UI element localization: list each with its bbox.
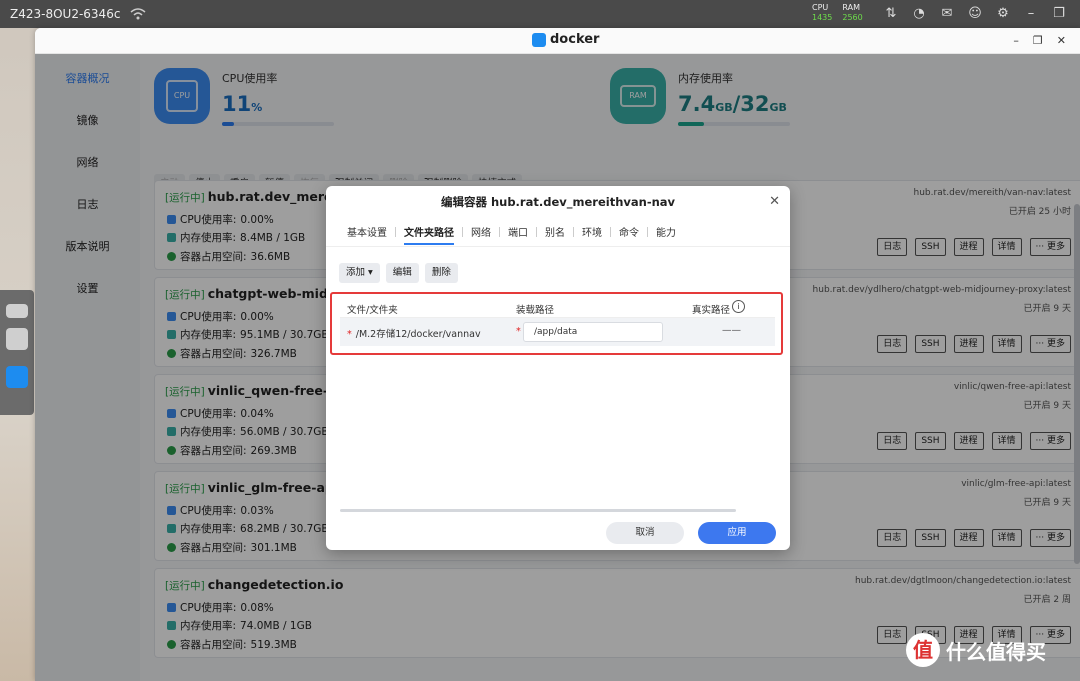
tab-basic-settings[interactable]: 基本设置	[339, 224, 395, 239]
app-dock	[0, 290, 34, 415]
edit-button[interactable]: 编辑	[385, 263, 419, 283]
apply-button[interactable]: 应用	[698, 522, 776, 544]
remove-button[interactable]: 删除	[424, 263, 458, 283]
watermark: 值 什么值得买	[906, 633, 1046, 667]
close-icon[interactable]: ✕	[769, 194, 780, 209]
watermark-text: 什么值得买	[946, 639, 1046, 664]
tab-alias[interactable]: 别名	[537, 224, 573, 239]
cpu-label: CPU	[812, 3, 829, 12]
user-icon[interactable]: ☺	[966, 5, 984, 23]
table-horizontal-scrollbar[interactable]	[340, 509, 736, 512]
highlight-annotation	[330, 292, 783, 355]
resource-monitor: CPU 1435 RAM 2560	[812, 3, 863, 23]
window-title: docker	[550, 32, 600, 47]
minimize-button[interactable]: –	[1013, 34, 1019, 47]
gauge-icon[interactable]: ◔	[910, 5, 928, 23]
tab-network[interactable]: 网络	[463, 224, 499, 239]
docker-app-icon[interactable]	[6, 366, 28, 388]
settings-icon[interactable]: ⚙	[994, 5, 1012, 23]
system-top-bar: Z423-8OU2-6346c CPU 1435 RAM 2560 ⇅ ◔ ✉ ☺ …	[0, 0, 1080, 28]
storage-app-icon[interactable]	[6, 304, 28, 318]
hostname: Z423-8OU2-6346c	[10, 7, 121, 21]
minimize-icon[interactable]: –	[1022, 5, 1040, 23]
dialog-title: 编辑容器 hub.rat.dev_mereithvan-nav	[440, 195, 676, 209]
docker-logo-icon	[532, 32, 546, 47]
mail-icon[interactable]: ✉	[938, 5, 956, 23]
wifi-icon	[130, 8, 146, 20]
window-icon[interactable]: ❐	[1050, 5, 1068, 23]
add-button[interactable]: 添加 ▾	[339, 263, 380, 283]
ram-label: RAM	[842, 3, 860, 12]
tab-command[interactable]: 命令	[611, 224, 647, 239]
close-button[interactable]: ✕	[1057, 34, 1066, 47]
restore-button[interactable]: ❐	[1033, 34, 1043, 47]
tab-environment[interactable]: 环境	[574, 224, 610, 239]
watermark-logo: 值	[906, 633, 940, 667]
transfer-icon[interactable]: ⇅	[882, 5, 900, 23]
apps-grid-icon[interactable]	[6, 328, 28, 350]
tab-ports[interactable]: 端口	[500, 224, 536, 239]
ram-value: 2560	[842, 13, 863, 22]
window-titlebar: docker – ❐ ✕	[35, 28, 1080, 54]
tabs-divider	[326, 246, 790, 247]
edit-container-dialog: 编辑容器 hub.rat.dev_mereithvan-nav ✕ 基本设置 文…	[326, 186, 790, 550]
folder-toolbar: 添加 ▾ 编辑 删除	[339, 263, 458, 283]
tab-folder-paths[interactable]: 文件夹路径	[396, 224, 462, 245]
cpu-value: 1435	[812, 13, 833, 22]
dialog-tabs: 基本设置 文件夹路径 网络 端口 别名 环境 命令 能力	[339, 224, 684, 245]
cancel-button[interactable]: 取消	[606, 522, 684, 544]
tab-capabilities[interactable]: 能力	[648, 224, 684, 239]
